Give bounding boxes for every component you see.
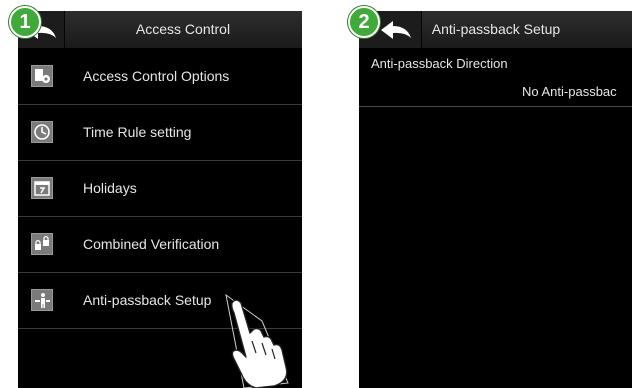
access-options-icon [31,65,53,87]
setting-label: Anti-passback Direction [371,56,508,71]
back-arrow-icon [381,21,411,39]
menu-item-holidays[interactable]: Holidays [18,161,302,217]
menu-item-label: Holidays [83,180,137,196]
page-title: Access Control [135,21,231,37]
lock-icon [31,233,53,255]
title-bar: Anti-passback Setup [359,11,632,48]
title-bar: Access Control [18,11,302,48]
step-1-badge: 1 [9,6,41,38]
step-2-badge: 2 [348,6,380,38]
page-title: Anti-passback Setup [431,21,561,37]
menu-item-label: Time Rule setting [83,124,192,140]
clock-icon [31,121,53,143]
access-control-screen: Access Control Access Control Options Ti… [18,11,302,388]
menu-item-time-rule-setting[interactable]: Time Rule setting [18,105,302,161]
menu-item-label: Anti-passback Setup [83,292,212,308]
anti-passback-setup-screen: Anti-passback Setup Anti-passback Direct… [359,11,632,388]
anti-passback-direction-setting[interactable]: Anti-passback Direction No Anti-passbac [359,54,632,107]
menu-item-combined-verification[interactable]: Combined Verification [18,217,302,273]
menu-item-label: Combined Verification [83,236,220,252]
anti-passback-icon [31,289,53,311]
setting-value: No Anti-passbac [522,84,617,99]
calendar-icon [31,177,53,199]
menu-item-label: Access Control Options [83,68,230,84]
pointing-hand-icon [225,293,289,388]
menu-item-access-control-options[interactable]: Access Control Options [18,49,302,105]
